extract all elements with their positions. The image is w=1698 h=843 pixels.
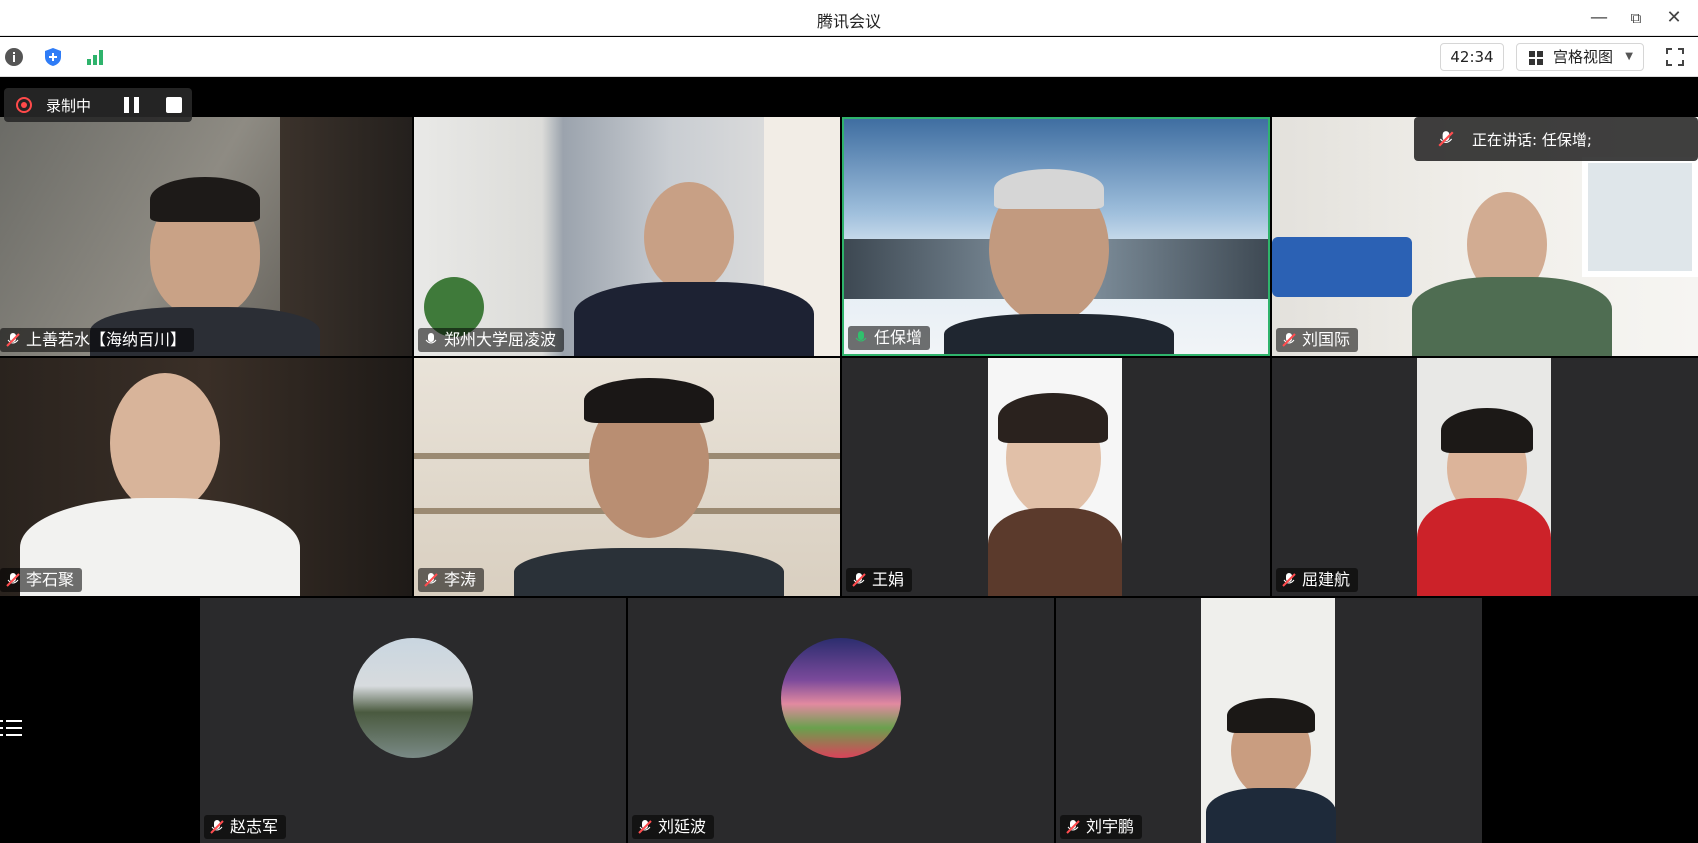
mic-muted-icon bbox=[6, 333, 20, 347]
video-tile[interactable]: 上善若水【海纳百川】 bbox=[0, 117, 412, 356]
mic-muted-icon bbox=[6, 573, 20, 587]
video-tile[interactable]: 赵志军 bbox=[200, 598, 626, 843]
participant-name-tag: 刘宇鹏 bbox=[1060, 815, 1143, 839]
restore-button[interactable]: ⧉ bbox=[1622, 6, 1650, 30]
pause-recording-button[interactable] bbox=[124, 97, 140, 113]
fullscreen-icon[interactable] bbox=[1664, 46, 1686, 68]
close-button[interactable]: ✕ bbox=[1660, 6, 1688, 30]
info-icon[interactable] bbox=[3, 46, 25, 68]
shield-icon[interactable] bbox=[42, 46, 64, 68]
signal-icon[interactable] bbox=[84, 46, 106, 68]
avatar bbox=[353, 638, 473, 758]
participant-name-tag: 任保增 bbox=[848, 326, 931, 350]
video-tile[interactable]: 刘延波 bbox=[628, 598, 1054, 843]
participant-name: 上善若水【海纳百川】 bbox=[26, 330, 187, 349]
mic-muted-icon bbox=[638, 820, 652, 834]
mic-muted-icon bbox=[1282, 573, 1296, 587]
toolbar: 42:34 宫格视图 ▼ bbox=[0, 37, 1698, 77]
video-tile[interactable]: 刘宇鹏 bbox=[1056, 598, 1482, 843]
participant-name-tag: 李涛 bbox=[418, 568, 485, 592]
participant-name-tag: 上善若水【海纳百川】 bbox=[0, 328, 195, 352]
video-tile-active-speaker[interactable]: 任保增 bbox=[842, 117, 1270, 356]
participant-name: 刘宇鹏 bbox=[1086, 817, 1135, 836]
participant-name: 屈建航 bbox=[1302, 570, 1351, 589]
video-tile[interactable]: 李涛 bbox=[414, 358, 840, 596]
participant-name-tag: 屈建航 bbox=[1276, 568, 1359, 592]
participant-name: 赵志军 bbox=[230, 817, 279, 836]
recording-controls: 录制中 bbox=[4, 88, 192, 122]
participant-name-tag: 赵志军 bbox=[204, 815, 287, 839]
minimize-button[interactable]: — bbox=[1585, 6, 1613, 30]
speaking-indicator: 正在讲话: 任保增; bbox=[1414, 117, 1698, 161]
participant-name-tag: 刘延波 bbox=[632, 815, 715, 839]
video-grid: 上善若水【海纳百川】 郑州大学屈凌波 任保增 刘国际 李石聚 李涛 王娟 屈建航… bbox=[0, 78, 1698, 843]
grid-view-icon bbox=[1529, 51, 1543, 65]
recording-label: 录制中 bbox=[46, 97, 92, 115]
participant-name-tag: 郑州大学屈凌波 bbox=[418, 328, 565, 352]
window-title: 腾讯会议 bbox=[816, 12, 881, 31]
meeting-timer: 42:34 bbox=[1440, 43, 1504, 71]
participant-name: 刘国际 bbox=[1302, 330, 1351, 349]
video-tile[interactable]: 王娟 bbox=[842, 358, 1270, 596]
participant-name-tag: 王娟 bbox=[846, 568, 913, 592]
mic-muted-icon bbox=[1066, 820, 1080, 834]
view-label: 宫格视图 bbox=[1553, 48, 1614, 66]
mic-muted-icon bbox=[424, 573, 438, 587]
video-tile[interactable]: 屈建航 bbox=[1272, 358, 1698, 596]
speaking-label: 正在讲话: 任保增; bbox=[1472, 131, 1592, 149]
mic-muted-icon bbox=[1438, 131, 1454, 147]
participant-name: 李石聚 bbox=[26, 570, 75, 589]
participant-name: 任保增 bbox=[874, 328, 923, 347]
participant-name: 李涛 bbox=[444, 570, 477, 589]
video-tile[interactable]: 李石聚 bbox=[0, 358, 412, 596]
participant-name-tag: 李石聚 bbox=[0, 568, 83, 592]
participant-name-tag: 刘国际 bbox=[1276, 328, 1359, 352]
mic-muted-icon bbox=[852, 573, 866, 587]
mic-icon bbox=[425, 333, 437, 344]
participant-name: 刘延波 bbox=[658, 817, 707, 836]
mic-active-icon bbox=[855, 331, 867, 342]
participant-name: 王娟 bbox=[872, 570, 905, 589]
view-switch-button[interactable]: 宫格视图 ▼ bbox=[1516, 43, 1644, 71]
title-bar: 腾讯会议 — ⧉ ✕ bbox=[0, 0, 1698, 36]
chevron-down-icon: ▼ bbox=[1625, 51, 1633, 62]
avatar bbox=[781, 638, 901, 758]
participant-name: 郑州大学屈凌波 bbox=[444, 330, 557, 349]
record-icon bbox=[16, 97, 32, 113]
list-menu-icon[interactable] bbox=[0, 716, 24, 740]
mic-muted-icon bbox=[1282, 333, 1296, 347]
video-tile[interactable]: 郑州大学屈凌波 bbox=[414, 117, 840, 356]
mic-muted-icon bbox=[210, 820, 224, 834]
stop-recording-button[interactable] bbox=[166, 97, 182, 113]
